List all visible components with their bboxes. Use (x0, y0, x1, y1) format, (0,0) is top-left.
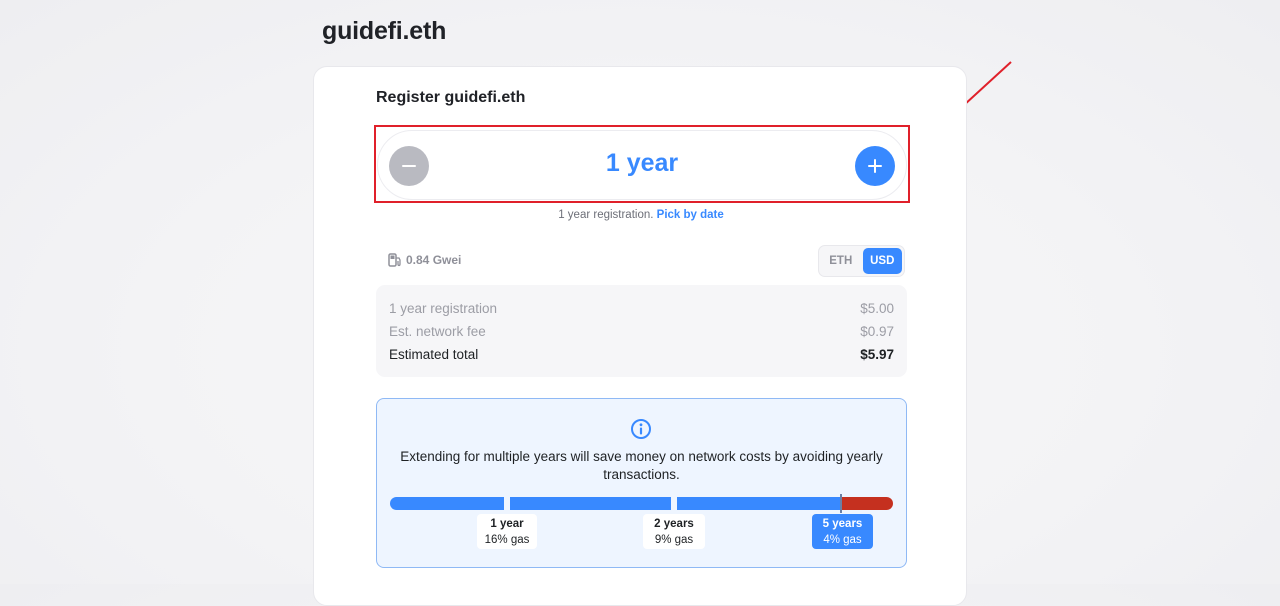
pick-by-date-link[interactable]: Pick by date (657, 209, 724, 221)
fee-summary: 1 year registration $5.00 Est. network f… (376, 285, 907, 377)
savings-gas: 9% gas (654, 534, 694, 546)
register-card: Register guidefi.eth 1 year 1 year regis… (313, 66, 967, 606)
savings-gas: 16% gas (484, 534, 530, 546)
page-title: guidefi.eth (322, 17, 447, 45)
gas-savings-label-5-years: 5 years 4% gas (812, 514, 873, 549)
bar-marker (840, 494, 842, 513)
bar-segment-1-year (390, 497, 504, 510)
gas-pump-icon (388, 253, 401, 267)
savings-years: 5 years (822, 518, 863, 530)
bar-segment-2-years (510, 497, 671, 510)
registration-hint: 1 year registration. Pick by date (314, 209, 968, 221)
savings-gas: 4% gas (823, 534, 862, 546)
bar-segment-beyond (842, 497, 893, 510)
multi-year-info-box: Extending for multiple years will save m… (376, 398, 907, 568)
currency-option-usd[interactable]: USD (862, 248, 902, 274)
fee-total-value: $5.97 (860, 347, 894, 362)
fee-row: Est. network fee $0.97 (389, 324, 894, 339)
registration-hint-text: 1 year registration. (558, 209, 654, 221)
info-message: Extending for multiple years will save m… (400, 449, 883, 482)
fee-label: 1 year registration (389, 301, 498, 316)
fee-row: 1 year registration $5.00 (389, 301, 894, 316)
fee-label: Est. network fee (389, 324, 486, 339)
gas-price: 0.84 Gwei (388, 253, 461, 267)
fee-value: $5.00 (860, 301, 894, 316)
fee-value: $0.97 (860, 324, 894, 339)
bar-segment-5-years (677, 497, 840, 510)
currency-toggle: ETH USD (818, 245, 905, 277)
fee-label: Estimated total (389, 347, 479, 362)
gas-savings-bar (390, 494, 893, 513)
gas-savings-label-2-years: 2 years 9% gas (643, 514, 705, 549)
gas-savings-label-1-year: 1 year 16% gas (477, 514, 537, 549)
annotation-highlight-box (374, 125, 910, 203)
savings-years: 2 years (654, 518, 694, 530)
gas-price-value: 0.84 Gwei (406, 253, 462, 267)
register-heading: Register guidefi.eth (376, 89, 526, 106)
info-icon (631, 419, 651, 439)
savings-years: 1 year (490, 518, 524, 530)
currency-option-eth[interactable]: ETH (821, 248, 861, 274)
fee-row-total: Estimated total $5.97 (389, 347, 894, 362)
